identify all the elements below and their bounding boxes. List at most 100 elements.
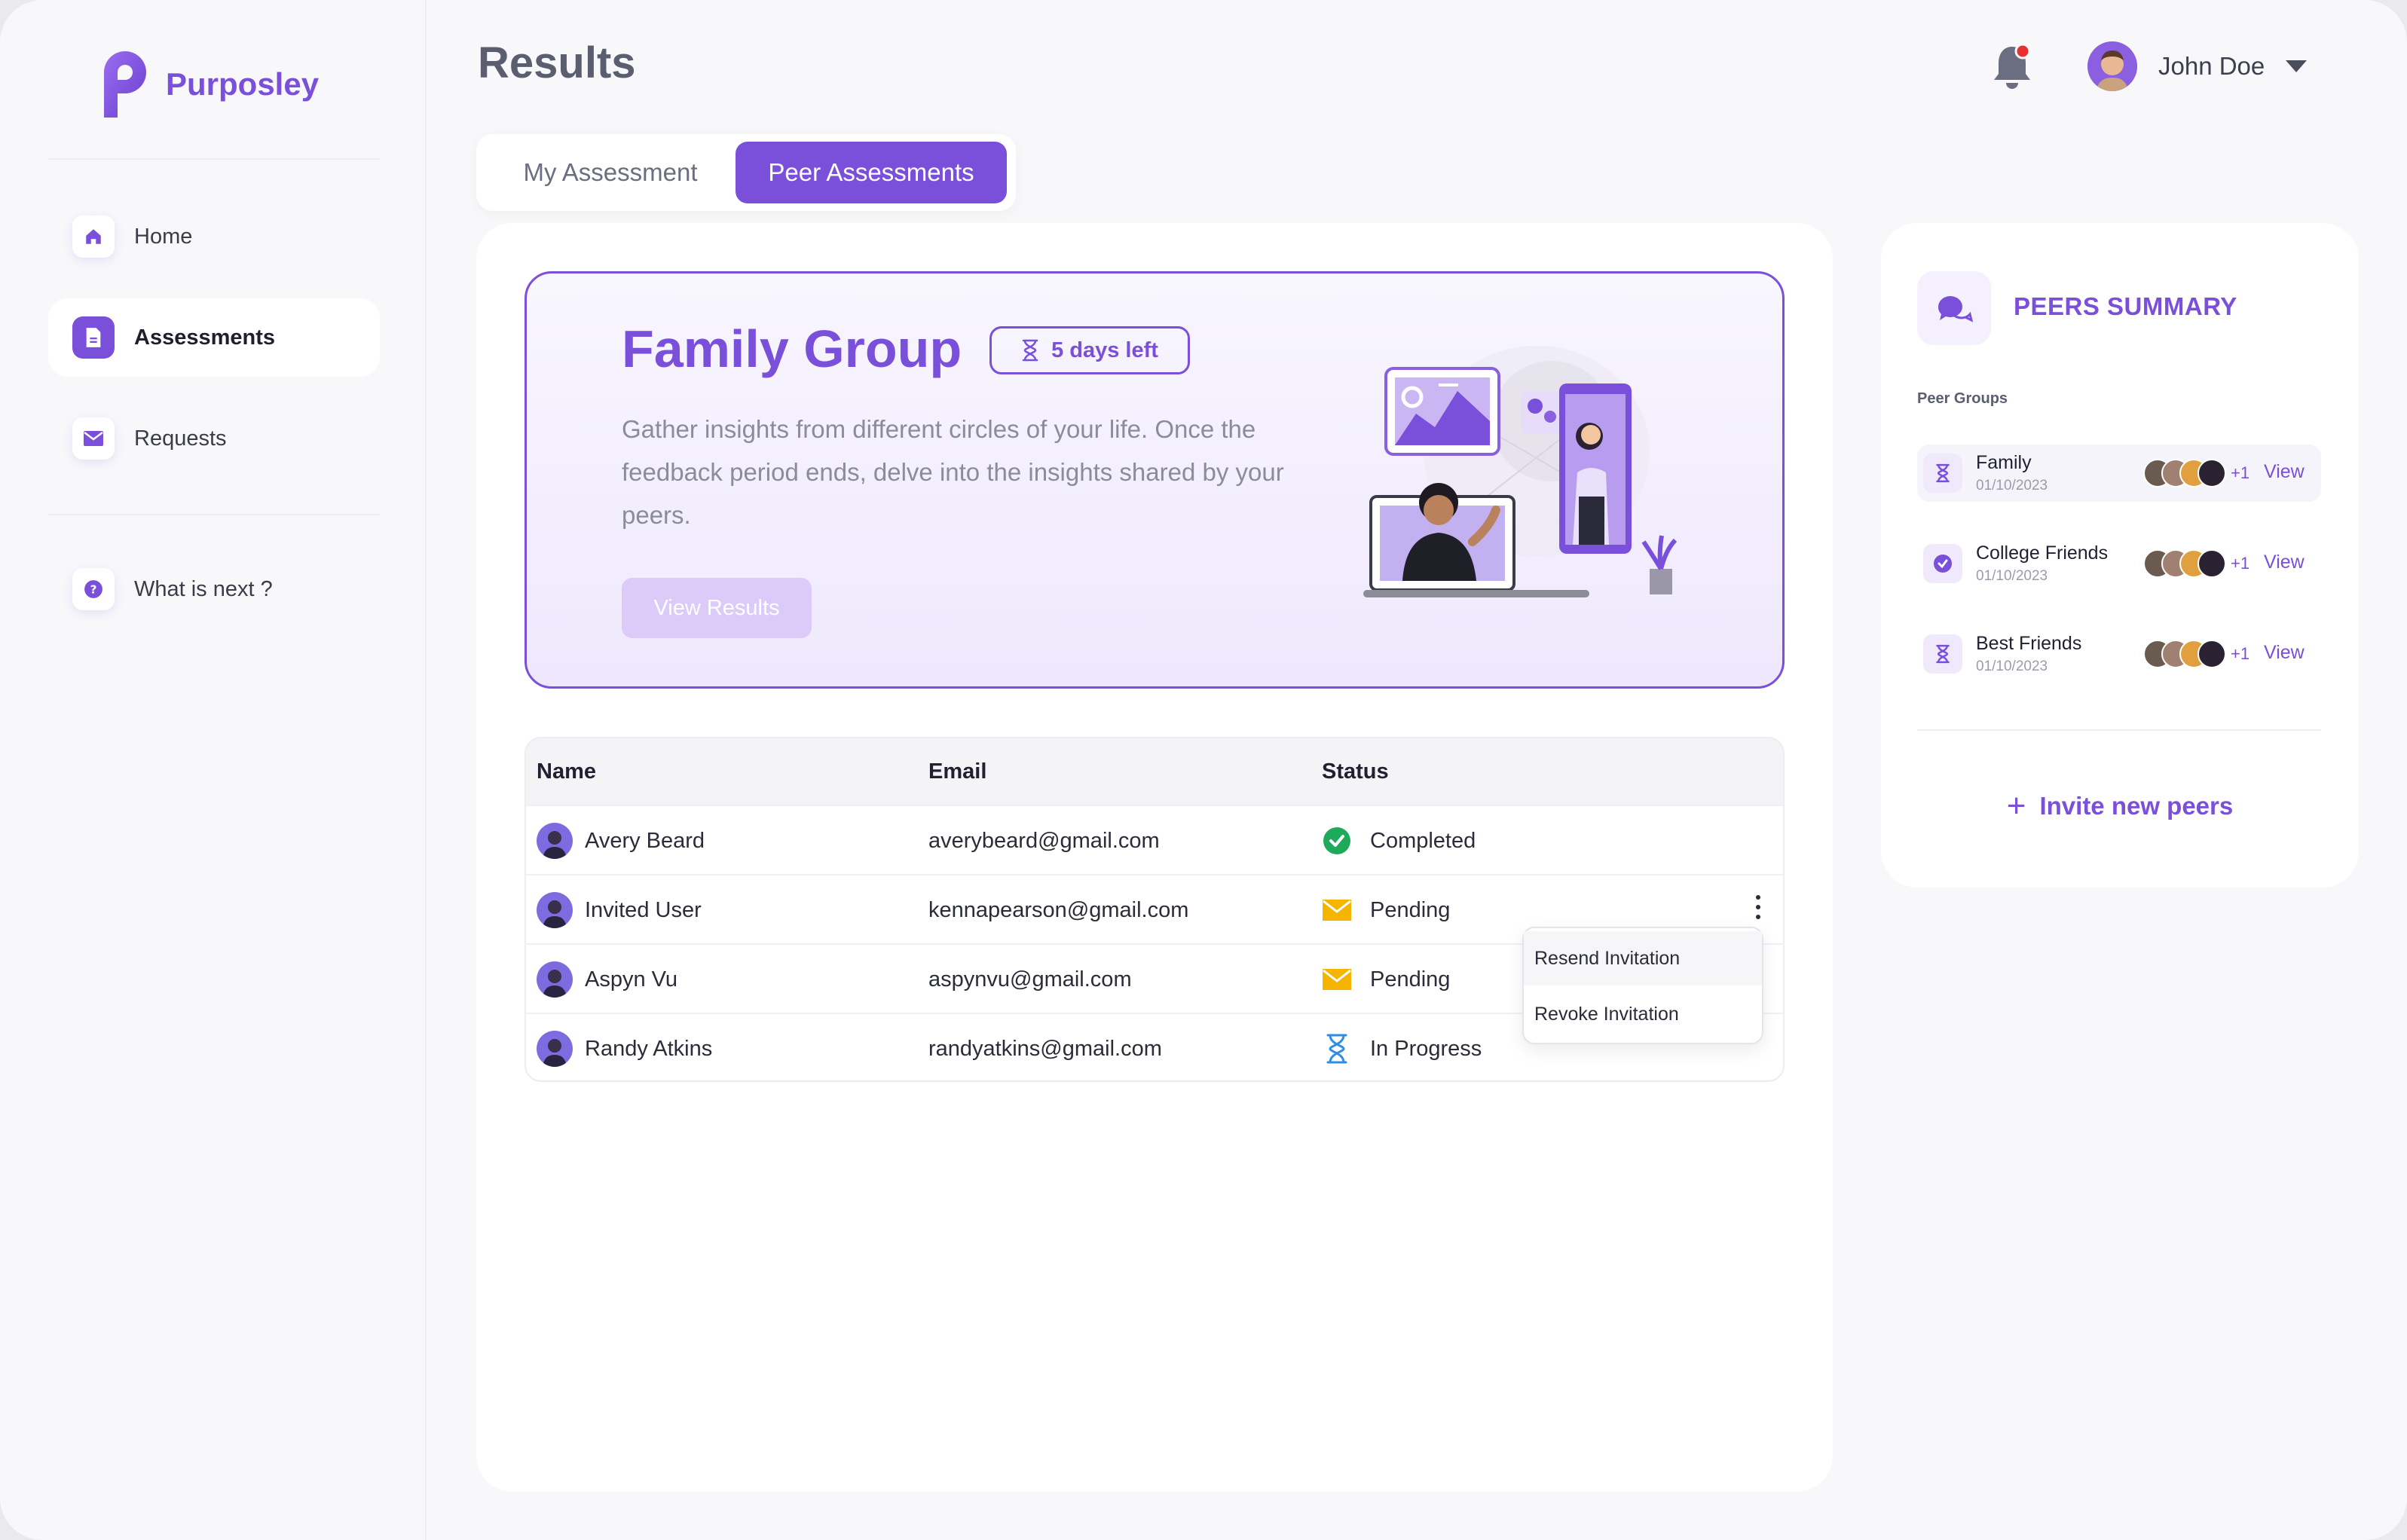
avatar	[537, 892, 573, 928]
peer-group-name: Family	[1976, 452, 2032, 473]
hourglass-icon	[1022, 339, 1038, 362]
row-email: averybeard@gmail.com	[928, 828, 1160, 853]
tab-peer-assessments[interactable]: Peer Assessments	[736, 142, 1007, 203]
check-circle-icon	[1322, 826, 1352, 856]
sidebar: Purposley Home Assessments Requests ? Wh…	[0, 0, 427, 1540]
row-email: aspynvu@gmail.com	[928, 967, 1132, 992]
column-header-name: Name	[537, 759, 596, 784]
peer-group-date: 01/10/2023	[1976, 568, 2048, 584]
peer-group-date: 01/10/2023	[1976, 478, 2048, 493]
peer-group-item[interactable]: College Friends 01/10/2023 +1 View	[1917, 535, 2321, 592]
check-circle-icon	[1923, 544, 1962, 583]
avatar	[2087, 41, 2137, 91]
peer-group-avatars: +1	[2143, 458, 2249, 488]
row-email: randyatkins@gmail.com	[928, 1036, 1162, 1061]
main-card: Family Group 5 days left Gather insights…	[476, 223, 1833, 1492]
notification-button[interactable]	[1990, 41, 2035, 90]
row-name: Aspyn Vu	[585, 967, 678, 992]
help-icon: ?	[72, 568, 115, 610]
logo-icon	[104, 51, 146, 118]
row-more-icon[interactable]	[1754, 895, 1762, 925]
hourglass-icon	[1322, 1034, 1352, 1064]
group-hero-card: Family Group 5 days left Gather insights…	[525, 271, 1785, 689]
plus-icon: +	[2006, 787, 2026, 824]
peers-summary-title: PEERS SUMMARY	[2014, 292, 2237, 320]
row-email: kennapearson@gmail.com	[928, 897, 1189, 922]
table-row[interactable]: Avery Beard averybeard@gmail.com Complet…	[526, 805, 1783, 874]
row-status: Pending	[1370, 897, 1451, 922]
peer-group-item[interactable]: Family 01/10/2023 +1 View	[1917, 445, 2321, 502]
sidebar-item-label: Assessments	[134, 325, 275, 350]
chat-bubbles-icon	[1917, 271, 1991, 345]
logo[interactable]: Purposley	[101, 50, 319, 119]
video-call-illustration	[1363, 346, 1678, 597]
sidebar-item-assessments[interactable]: Assessments	[48, 298, 380, 377]
document-icon	[72, 316, 115, 359]
peer-groups-label: Peer Groups	[1917, 390, 2008, 407]
group-description: Gather insights from different circles o…	[622, 415, 1284, 529]
tab-my-assessment[interactable]: My Assessment	[491, 142, 729, 203]
menu-item-resend-invitation[interactable]: Resend Invitation	[1524, 931, 1762, 985]
bell-icon	[1994, 43, 2031, 89]
peers-summary-card: PEERS SUMMARY Peer Groups Family 01/10/2…	[1881, 223, 2359, 888]
avatar	[2197, 640, 2226, 668]
home-icon	[72, 215, 115, 258]
column-header-email: Email	[928, 759, 987, 784]
peer-group-item[interactable]: Best Friends 01/10/2023 +1 View	[1917, 625, 2321, 683]
sidebar-item-label: Requests	[134, 426, 227, 451]
sidebar-item-label: Home	[134, 224, 193, 249]
column-header-status: Status	[1322, 759, 1389, 784]
assessment-tabs: My Assessment Peer Assessments	[476, 134, 1016, 211]
row-action-menu: Resend Invitation Revoke Invitation	[1522, 927, 1763, 1044]
view-results-button[interactable]: View Results	[622, 578, 812, 638]
row-status: In Progress	[1370, 1036, 1482, 1061]
menu-item-revoke-invitation[interactable]: Revoke Invitation	[1524, 987, 1762, 1041]
app-window: Purposley Home Assessments Requests ? Wh…	[0, 0, 2407, 1540]
sidebar-item-label: What is next ?	[134, 576, 273, 601]
sidebar-divider	[48, 514, 380, 515]
sidebar-divider	[48, 158, 380, 160]
peer-group-view-link[interactable]: View	[2264, 642, 2305, 664]
chevron-down-icon	[2286, 60, 2308, 72]
invite-label: Invite new peers	[2039, 792, 2234, 820]
peer-group-extra-count: +1	[2231, 554, 2250, 573]
peer-group-extra-count: +1	[2231, 463, 2250, 482]
row-status: Pending	[1370, 967, 1451, 992]
table-header: Name Email Status	[526, 738, 1783, 805]
sidebar-item-home[interactable]: Home	[48, 197, 380, 276]
row-name: Avery Beard	[585, 828, 705, 853]
peer-group-extra-count: +1	[2231, 644, 2250, 663]
peer-group-date: 01/10/2023	[1976, 658, 2048, 674]
hourglass-icon	[1923, 634, 1962, 674]
avatar	[2197, 459, 2226, 487]
row-name: Invited User	[585, 897, 702, 922]
svg-text:?: ?	[90, 582, 97, 596]
avatar	[537, 823, 573, 859]
peer-group-view-link[interactable]: View	[2264, 552, 2305, 573]
peer-group-name: Best Friends	[1976, 633, 2082, 654]
user-name: John Doe	[2158, 52, 2265, 80]
avatar	[2197, 549, 2226, 578]
row-name: Randy Atkins	[585, 1036, 713, 1061]
row-status: Completed	[1370, 828, 1476, 853]
days-left-badge: 5 days left	[989, 326, 1190, 374]
peer-group-avatars: +1	[2143, 548, 2249, 579]
sidebar-item-what-is-next[interactable]: ? What is next ?	[48, 550, 380, 628]
avatar	[537, 1031, 573, 1067]
user-menu[interactable]: John Doe	[2087, 41, 2308, 92]
logo-text: Purposley	[166, 66, 320, 102]
days-left-text: 5 days left	[1051, 338, 1158, 362]
avatar	[537, 961, 573, 998]
sidebar-item-requests[interactable]: Requests	[48, 399, 380, 478]
hourglass-icon	[1923, 454, 1962, 493]
page-title: Results	[478, 38, 636, 87]
peer-group-view-link[interactable]: View	[2264, 461, 2305, 483]
envelope-icon	[1322, 964, 1352, 995]
peers-divider	[1917, 729, 2321, 731]
peer-group-avatars: +1	[2143, 639, 2249, 669]
peer-group-name: College Friends	[1976, 542, 2109, 564]
group-title: Family Group	[622, 319, 962, 378]
mail-icon	[72, 417, 115, 460]
invite-new-peers-button[interactable]: + Invite new peers	[1881, 790, 2359, 823]
envelope-icon	[1322, 895, 1352, 925]
